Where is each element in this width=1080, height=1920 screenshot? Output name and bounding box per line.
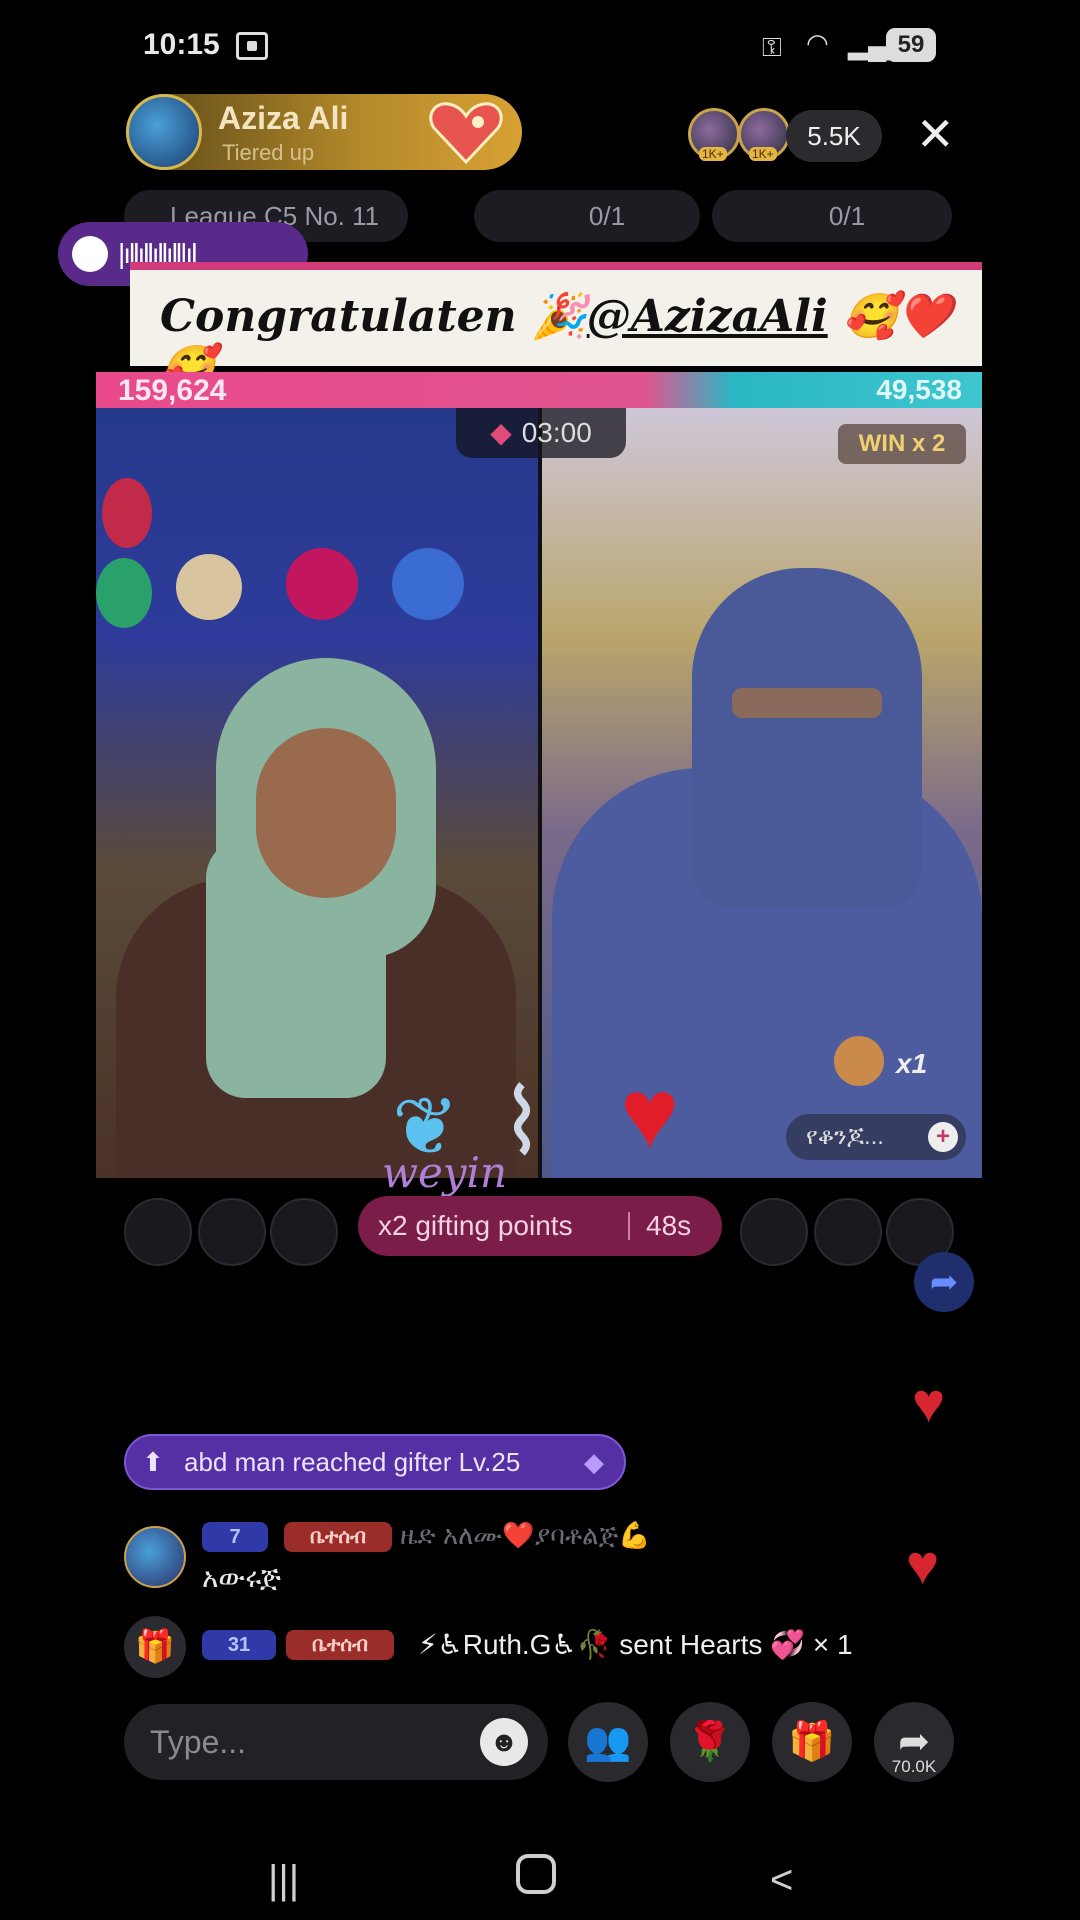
host-profile-pill[interactable]: Aziza Ali Tiered up (126, 94, 522, 170)
wifi-icon: ◠ (806, 28, 829, 58)
diamond-icon: ◆ (584, 1447, 604, 1477)
status-bar: 10:15 ⚿ ◠ ▂▄▆ 59 (0, 0, 1080, 92)
status-time: 10:15 (143, 28, 220, 61)
gift-message: ⚡♿Ruth.G♿🥀 sent Hearts 💞 × 1 (418, 1628, 853, 1661)
close-icon[interactable]: ✕ (916, 108, 955, 160)
system-nav-bar: ||| < (0, 1840, 1080, 1920)
chat-message: አውሩጅ (202, 1562, 281, 1593)
floating-heart-icon: ♥ (906, 1533, 940, 1596)
back-icon[interactable]: < (770, 1858, 793, 1903)
battery-indicator: 59 (886, 28, 936, 62)
battle-video[interactable]: ◆ 03:00 WIN x 2 x1 የቆንጆ... + (96, 408, 982, 1178)
balloon (102, 478, 152, 548)
share-count: 70.0K (891, 1757, 937, 1776)
fan-level-badge: 7 (202, 1522, 268, 1552)
right-score: 49,538 (876, 374, 962, 405)
mystery-box-icon[interactable] (834, 1036, 884, 1086)
league-stat-1[interactable]: 0/1 (474, 190, 700, 242)
supporter-avatar[interactable] (814, 1198, 882, 1266)
battle-score-bar: 159,624 49,538 (96, 372, 982, 408)
balloon (392, 548, 464, 620)
comment-placeholder: Type... (150, 1724, 247, 1760)
gift-box-icon: 🎁 (788, 1721, 836, 1763)
top-viewer-avatar[interactable]: 1K+ (738, 108, 790, 161)
share-button[interactable]: ➦ 70.0K (874, 1702, 954, 1782)
congrats-banner: Congratulaten 🎉@AzizaAli 🥰❤️🥰 (130, 262, 982, 394)
left-score: 159,624 (118, 374, 227, 407)
screen-record-icon (236, 32, 268, 60)
chat-user-avatar[interactable] (124, 1526, 186, 1588)
host-name: Aziza Ali (218, 100, 349, 136)
congrats-text: Congratulaten 🎉 (160, 291, 587, 342)
supporter-avatar[interactable] (198, 1198, 266, 1266)
comment-input[interactable]: Type... ☻ (124, 1704, 548, 1780)
top-viewer-avatar[interactable]: 1K+ (688, 108, 740, 161)
share-arrow-icon[interactable]: ➦ (914, 1252, 974, 1312)
multi-guest-button[interactable]: 👥 (568, 1702, 648, 1782)
follow-plus-icon[interactable]: + (928, 1122, 958, 1152)
spotify-icon (72, 236, 108, 272)
host-head (216, 658, 436, 958)
balloon (176, 554, 242, 620)
level-up-notice: ⬆ abd man reached gifter Lv.25 ◆ (124, 1434, 626, 1490)
fan-level-badge: 31 (202, 1630, 276, 1660)
battle-icon: ◆ (490, 417, 512, 448)
win-streak-badge: WIN x 2 (838, 424, 966, 464)
guest-head (692, 568, 922, 908)
battle-timer: ◆ 03:00 (456, 408, 626, 458)
home-icon[interactable] (516, 1854, 556, 1894)
heart-sticker-icon (429, 102, 503, 165)
gift-icon: 🎁 (124, 1616, 186, 1678)
balloon (286, 548, 358, 620)
multi-guest-icon: 👥 (584, 1721, 632, 1763)
multiplier-label: x1 (896, 1048, 928, 1079)
supporter-avatar[interactable] (124, 1198, 192, 1266)
guest-name-badge[interactable]: የቆንጆ... + (786, 1114, 966, 1160)
host-video-feed[interactable] (96, 408, 538, 1178)
supporter-avatar[interactable] (270, 1198, 338, 1266)
chat-username[interactable]: ዜድ አለሙ❤️ያባቶልጅ💪 (400, 1520, 650, 1552)
fan-club-badge: ቤተሰብ (284, 1522, 392, 1552)
key-icon: ⚿ (762, 32, 782, 62)
recent-apps-icon[interactable]: ||| (268, 1858, 299, 1903)
gift-caption: weyin (382, 1148, 508, 1197)
gift-button[interactable]: 🎁 (772, 1702, 852, 1782)
host-avatar[interactable] (126, 94, 202, 170)
fan-club-badge: ቤተሰብ (286, 1630, 394, 1660)
gift-text: sent Hearts 💞 × 1 (619, 1629, 853, 1660)
rose-gift-button[interactable]: 🌹 (670, 1702, 750, 1782)
gift-sender[interactable]: ⚡♿Ruth.G♿🥀 (418, 1629, 611, 1660)
gifting-points-time: 48s (646, 1210, 692, 1241)
balloon (96, 558, 152, 628)
supporter-avatar[interactable] (740, 1198, 808, 1266)
level-up-arrow-icon: ⬆ (142, 1447, 164, 1477)
league-stat-2[interactable]: 0/1 (712, 190, 952, 242)
floating-heart-icon: ♥ (912, 1371, 946, 1434)
emoji-icon[interactable]: ☻ (480, 1718, 528, 1766)
gifting-points-label: x2 gifting points (378, 1210, 573, 1241)
gifting-points-pill[interactable]: x2 gifting points 48s (358, 1196, 722, 1256)
heart-icon: ♥ (620, 1058, 680, 1170)
rose-icon: 🌹 (686, 1721, 734, 1763)
viewer-count[interactable]: 5.5K (786, 110, 882, 162)
congrats-handle: @AzizaAli (586, 291, 828, 342)
host-subtitle: Tiered up (222, 140, 315, 165)
